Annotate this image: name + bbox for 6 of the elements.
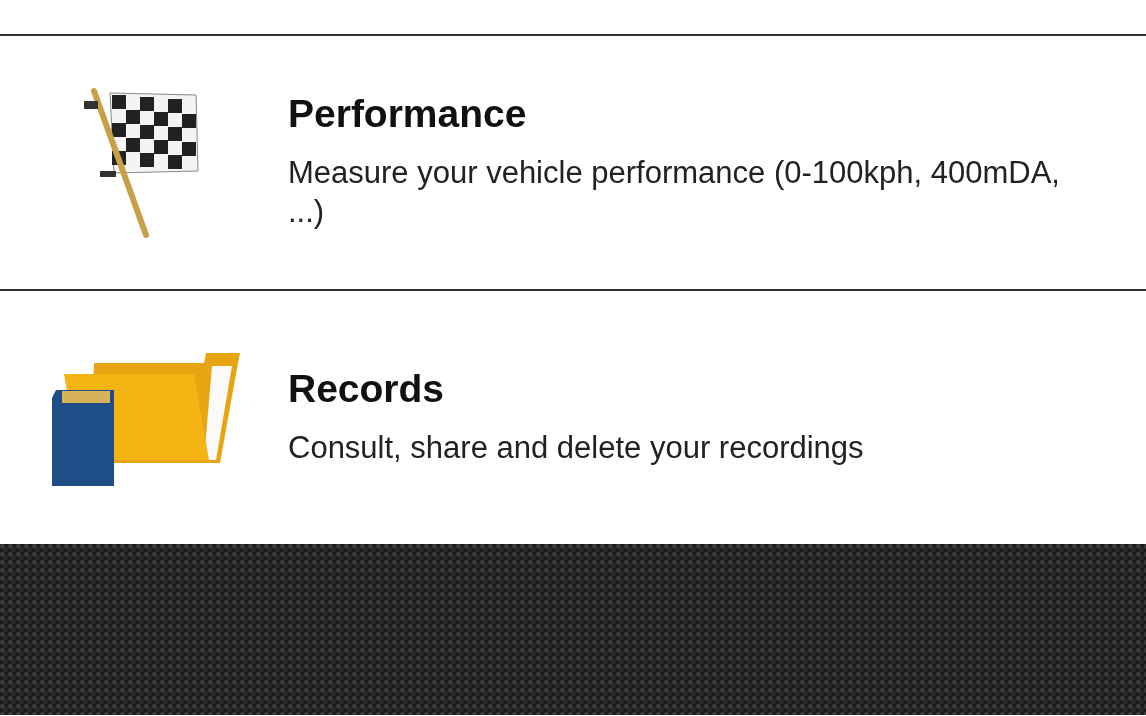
item-description: Measure your vehicle performance (0-100kph, 400mDA, ...) [288, 154, 1061, 231]
item-title: Records [288, 367, 446, 411]
item-description: Consult, share and delete your recordings [288, 428, 864, 467]
item-title: Performance [288, 93, 528, 137]
menu-item[interactable]: Performance Measure your vehicle performance (0-100kph, 400mDA, ...) [0, 36, 1146, 291]
menu-item[interactable]: Records Consult, share and delete your recordings [0, 291, 1146, 544]
